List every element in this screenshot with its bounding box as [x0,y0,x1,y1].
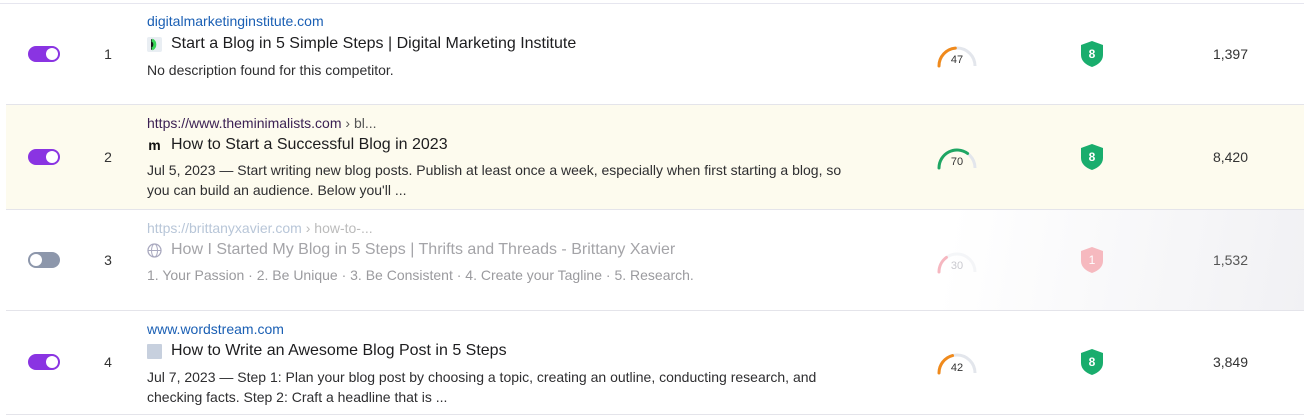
authority-value: 1 [1088,253,1096,267]
result-title-line[interactable]: m How to Start a Successful Blog in 2023 [147,136,448,154]
authority-value: 8 [1088,47,1096,61]
authority-value: 8 [1088,150,1096,164]
include-toggle[interactable] [28,46,60,62]
traffic-value: 1,532 [1212,252,1248,268]
result-description: Jul 7, 2023 — Step 1: Plan your blog pos… [147,369,817,405]
include-toggle[interactable] [28,149,60,165]
url-domain: https://brittanyxavier.com [147,220,302,236]
result-description: No description found for this competitor… [147,62,394,78]
include-toggle[interactable] [28,252,60,268]
result-title-line[interactable]: Start a Blog in 5 Simple Steps | Digital… [147,35,576,53]
authority-value: 8 [1088,355,1096,369]
score-value: 70 [950,156,964,168]
result-description: 1. Your Passion · 2. Be Unique · 3. Be C… [147,267,694,283]
result-title-line[interactable]: How to Write an Awesome Blog Post in 5 S… [147,342,507,360]
toggle-knob [46,48,58,60]
traffic-value: 3,849 [1212,354,1248,370]
result-title: How to Start a Successful Blog in 2023 [171,136,448,153]
minimalists-m-icon: m [148,136,161,153]
result-title-line[interactable]: How I Started My Blog in 5 Steps | Thrif… [147,241,675,259]
result-url[interactable]: https://brittanyxavier.com › how-to-... [147,220,373,236]
score-value: 47 [950,54,964,66]
result-title: How I Started My Blog in 5 Steps | Thrif… [171,241,676,258]
score-value: 42 [950,362,964,374]
url-domain: www.wordstream.com [147,321,284,337]
rank-number: 4 [104,354,112,370]
table-row: 4 www.wordstream.com How to Write an Awe… [6,311,1304,415]
include-toggle[interactable] [28,354,60,370]
table-row: 3 https://brittanyxavier.com › how-to-..… [6,210,1304,311]
url-domain: https://www.theminimalists.com [147,115,342,131]
rank-number: 3 [104,252,112,268]
traffic-value: 1,397 [1212,46,1248,62]
result-title: Start a Blog in 5 Simple Steps | Digital… [171,35,577,52]
dmi-logo-icon [147,36,162,52]
table-row: 1 digitalmarketinginstitute.com Start a … [6,4,1304,105]
score-value: 30 [950,260,964,272]
table-row: 2 https://www.theminimalists.com › bl...… [6,105,1304,210]
result-url[interactable]: digitalmarketinginstitute.com [147,13,324,29]
rank-number: 1 [104,46,112,62]
placeholder-square-icon [147,343,162,359]
toggle-knob [46,151,58,163]
result-url[interactable]: www.wordstream.com [147,321,284,337]
url-breadcrumb: › how-to-... [301,220,373,236]
url-breadcrumb: › bl... [341,115,377,131]
url-domain: digitalmarketinginstitute.com [147,13,324,29]
result-description: Jul 5, 2023 — Start writing new blog pos… [147,162,842,198]
globe-icon [147,242,162,258]
toggle-knob [46,356,58,368]
result-url[interactable]: https://www.theminimalists.com › bl... [147,115,377,131]
toggle-knob [30,254,42,266]
result-title: How to Write an Awesome Blog Post in 5 S… [171,342,507,359]
rank-number: 2 [104,149,112,165]
traffic-value: 8,420 [1212,149,1248,165]
